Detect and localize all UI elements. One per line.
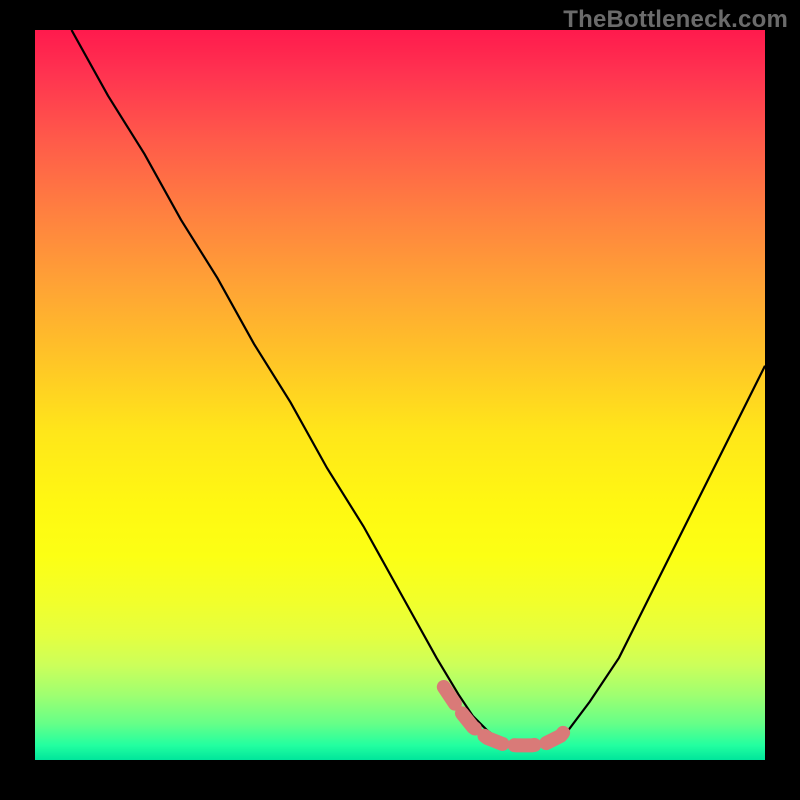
chart-svg (35, 30, 765, 760)
watermark-text: TheBottleneck.com (563, 6, 788, 34)
highlight-band (444, 687, 568, 745)
bottleneck-curve (72, 30, 766, 745)
chart-plot-area (35, 30, 765, 760)
